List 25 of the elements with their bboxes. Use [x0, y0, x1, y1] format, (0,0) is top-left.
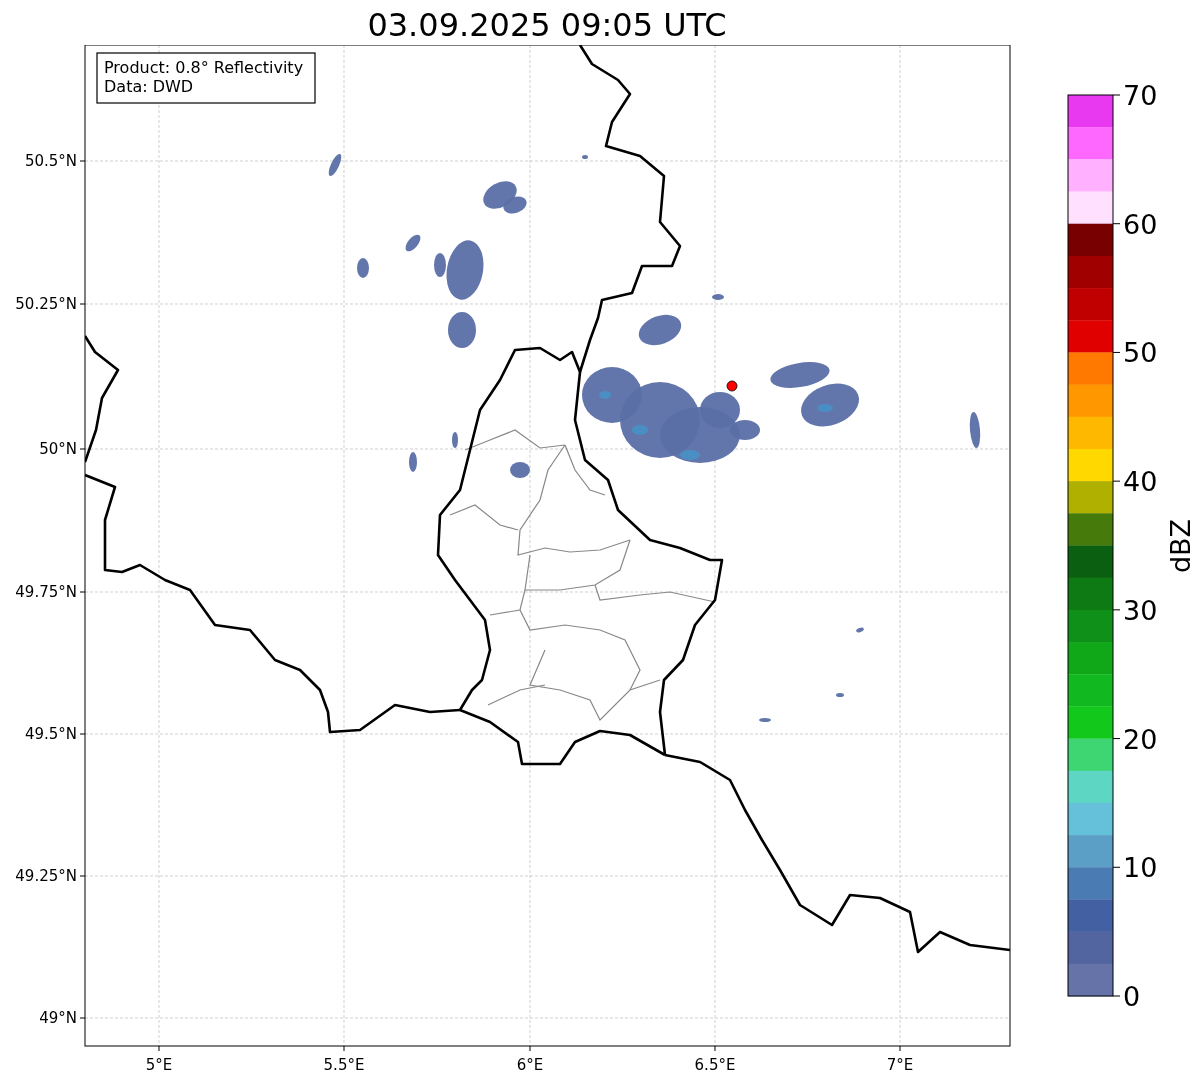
- latitude-label: 50.25°N: [15, 295, 77, 313]
- info-box-text: Product: 0.8° Reflectivity: [104, 58, 304, 77]
- colorbar-tick-label: 10: [1123, 852, 1158, 884]
- longitude-label: 5°E: [145, 1056, 173, 1074]
- colorbar-tick-label: 70: [1123, 80, 1158, 111]
- colorbar-tick-label: 0: [1123, 981, 1141, 1012]
- colorbar-tick-label: 60: [1123, 208, 1158, 240]
- info-box-text: Data: DWD: [104, 77, 194, 96]
- radar-site-marker: [726, 380, 738, 392]
- colorbar-tick-label: 30: [1123, 594, 1158, 626]
- colorbar-tick-label: 20: [1123, 723, 1158, 755]
- latitude-label: 49.75°N: [15, 583, 77, 601]
- colorbar-tick-label: 40: [1123, 466, 1158, 498]
- latitude-label: 50.5°N: [24, 152, 77, 170]
- chart-title: 03.09.2025 09:05 UTC: [367, 5, 727, 45]
- longitude-label: 7°E: [886, 1056, 914, 1074]
- longitude-label: 6.5°E: [694, 1056, 736, 1074]
- latitude-label: 49.25°N: [15, 867, 77, 885]
- longitude-label: 6°E: [516, 1056, 544, 1074]
- latitude-label: 49.5°N: [24, 725, 77, 743]
- colorbar-unit-label: dBZ: [1165, 518, 1196, 574]
- colorbar-tick-label: 50: [1123, 337, 1158, 369]
- latitude-label: 50°N: [39, 440, 77, 458]
- longitude-label: 5.5°E: [323, 1056, 365, 1074]
- latitude-label: 49°N: [39, 1009, 77, 1027]
